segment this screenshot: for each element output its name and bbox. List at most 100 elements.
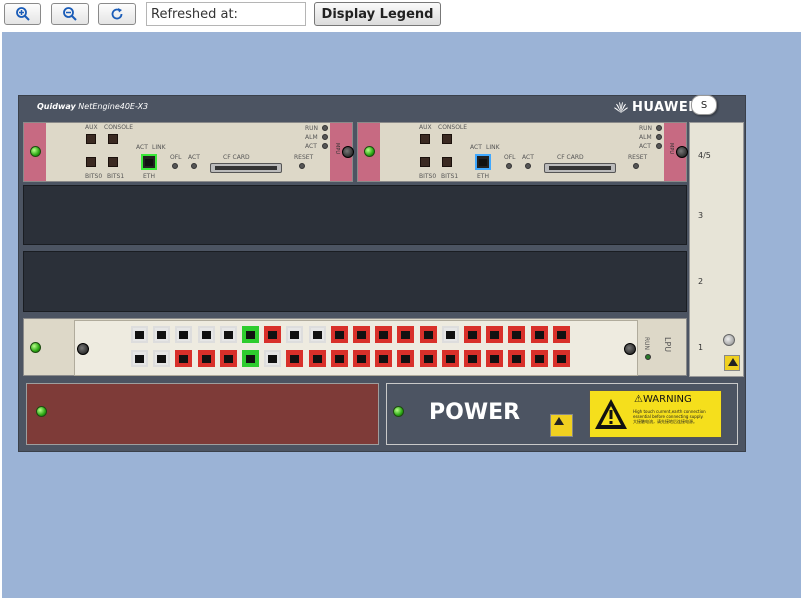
display-legend-button[interactable]: Display Legend [314, 2, 441, 26]
board-screw [676, 146, 688, 158]
zoom-out-icon [63, 7, 77, 21]
ofl-led [172, 163, 178, 169]
lpu-port[interactable] [375, 326, 393, 343]
lpu-port[interactable] [464, 326, 481, 343]
lpu-port[interactable] [419, 350, 437, 367]
chassis-header: Quidway NetEngine40E-X3 HUAWEI S [19, 95, 747, 120]
bits1-port[interactable] [442, 157, 452, 167]
console-label: CONSOLE [104, 124, 134, 131]
lpu-port[interactable] [486, 350, 504, 367]
lpu-port[interactable] [242, 350, 259, 367]
lpu-port[interactable] [508, 350, 526, 367]
reset-view-button[interactable] [98, 3, 136, 25]
empty-slot-2[interactable] [23, 251, 687, 312]
mpu-board-1[interactable]: AUX CONSOLE BITS0 BITS1 ACT LINK ETH OFL… [23, 122, 354, 182]
power-module[interactable]: POWER ⚠WARNING High touch current,earth … [386, 383, 738, 445]
lpu-port[interactable] [486, 326, 504, 343]
lpu-run-led [645, 354, 651, 360]
lpu-port[interactable] [242, 326, 259, 343]
power-label: POWER [429, 400, 521, 425]
console-port[interactable] [108, 134, 118, 144]
aux-port[interactable] [420, 134, 430, 144]
lpu-port[interactable] [219, 350, 237, 367]
lpu-port[interactable] [197, 350, 215, 367]
warning-text: WARNING [642, 394, 692, 405]
lpu-port[interactable] [131, 350, 148, 367]
lpu-port[interactable] [175, 326, 193, 343]
eth-label: ETH [477, 173, 489, 180]
reset-button[interactable] [299, 163, 305, 169]
lpu-port[interactable] [464, 350, 481, 367]
lpu-port[interactable] [552, 350, 570, 367]
lpu-port[interactable] [508, 326, 526, 343]
bits0-label: BITS0 [419, 173, 437, 180]
lpu-port[interactable] [353, 326, 370, 343]
lpu-port[interactable] [552, 326, 570, 343]
lpu-label: LPU [663, 337, 672, 353]
lpu-port[interactable] [153, 326, 171, 343]
cf-card-slot[interactable] [544, 163, 616, 173]
empty-slot-3[interactable] [23, 185, 687, 245]
lpu-port[interactable] [197, 326, 215, 343]
brand-logo: HUAWEI [613, 100, 694, 115]
act-label-3: ACT [639, 143, 651, 150]
alm-led [322, 134, 328, 140]
eth-port[interactable] [475, 154, 491, 170]
board-screw-right [624, 343, 636, 355]
lpu-port[interactable] [397, 350, 415, 367]
brand-name: HUAWEI [632, 100, 694, 115]
lpu-port[interactable] [308, 350, 326, 367]
eth-label: ETH [143, 173, 155, 180]
lpu-port[interactable] [441, 326, 459, 343]
lpu-port[interactable] [175, 350, 193, 367]
eth-port[interactable] [141, 154, 157, 170]
bits0-port[interactable] [420, 157, 430, 167]
lpu-port[interactable] [353, 350, 370, 367]
lpu-port[interactable] [441, 350, 459, 367]
ofl-label: OFL [170, 154, 182, 161]
zoom-in-button[interactable] [4, 3, 41, 25]
act-label: ACT [136, 144, 148, 151]
zoom-out-button[interactable] [51, 3, 89, 25]
lpu-port[interactable] [397, 326, 415, 343]
lpu-port[interactable] [131, 326, 148, 343]
cf-card-slot[interactable] [210, 163, 282, 173]
device-model: Quidway NetEngine40E-X3 [37, 102, 148, 111]
power-slot-left[interactable] [26, 383, 379, 445]
reset-label: RESET [628, 154, 648, 161]
ofl-led [506, 163, 512, 169]
reset-button[interactable] [633, 163, 639, 169]
lpu-port[interactable] [375, 350, 393, 367]
lpu-port[interactable] [530, 350, 548, 367]
lpu-port[interactable] [419, 326, 437, 343]
lpu-port[interactable] [264, 350, 282, 367]
alm-led [656, 134, 662, 140]
status-tooltip[interactable]: S [691, 95, 717, 115]
refreshed-at-field[interactable] [146, 2, 306, 26]
lpu-port[interactable] [308, 326, 326, 343]
lpu-port[interactable] [219, 326, 237, 343]
lpu-port[interactable] [530, 326, 548, 343]
alm-label: ALM [639, 134, 652, 141]
console-port[interactable] [442, 134, 452, 144]
aux-port[interactable] [86, 134, 96, 144]
mpu-label: MPU [334, 143, 340, 154]
board-screw-left [77, 343, 89, 355]
warning-title: ⚠WARNING [634, 394, 692, 405]
lpu-port[interactable] [330, 326, 348, 343]
warning-detail: High touch current,earth connection esse… [633, 409, 706, 419]
lpu-port[interactable] [286, 350, 304, 367]
warning-detail-cn: 大接触电流，请先接地后连接电源。 [633, 419, 697, 424]
lpu-board[interactable]: RUN LPU [23, 318, 687, 376]
bits0-port[interactable] [86, 157, 96, 167]
lpu-port[interactable] [153, 350, 171, 367]
lpu-port[interactable] [264, 326, 282, 343]
device-model-name: NetEngine40E-X3 [78, 102, 149, 111]
lpu-port[interactable] [330, 350, 348, 367]
act-label-2: ACT [522, 154, 534, 161]
mpu-board-2[interactable]: AUX CONSOLE BITS0 BITS1 ACT LINK ETH OFL… [357, 122, 688, 182]
bits1-port[interactable] [108, 157, 118, 167]
lpu-port[interactable] [286, 326, 304, 343]
refresh-icon [111, 8, 123, 20]
link-label: LINK [152, 144, 166, 151]
